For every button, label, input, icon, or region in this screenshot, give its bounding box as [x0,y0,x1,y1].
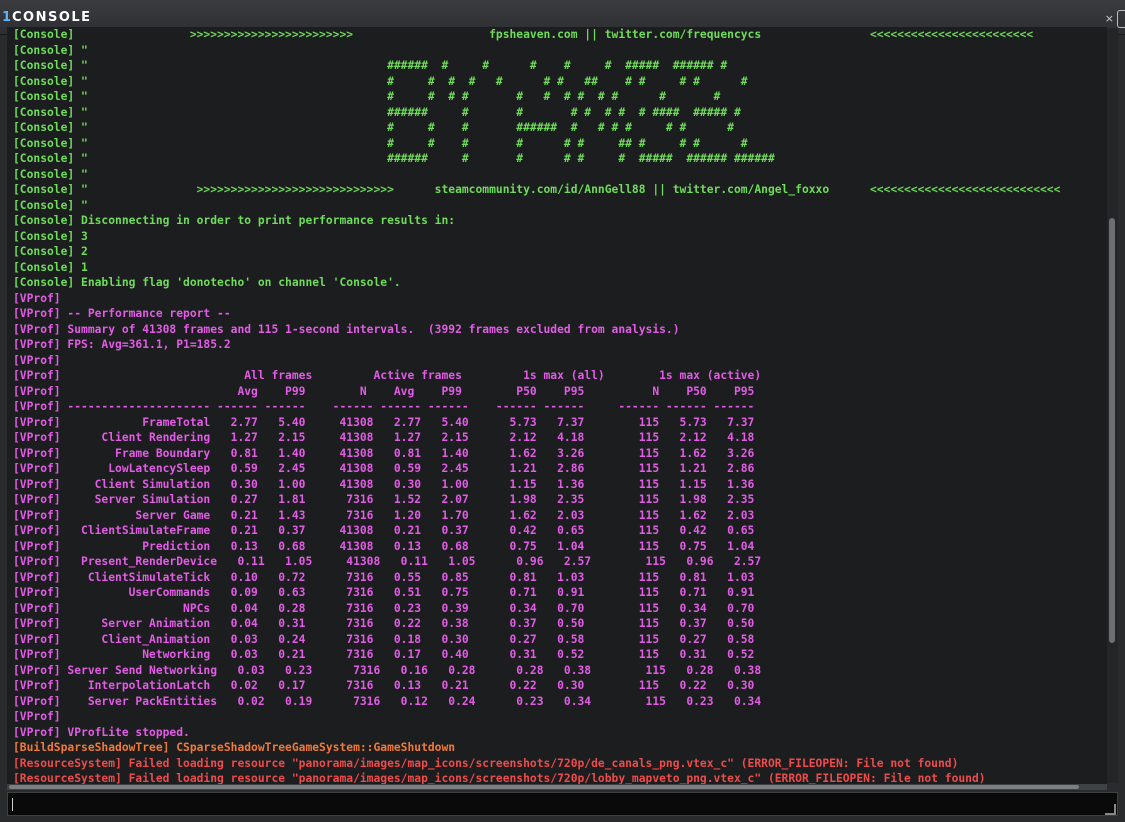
log-line: [VProf] VProfLite stopped. [13,725,190,739]
horizontal-scroll-thumb[interactable] [9,785,1079,789]
log-line: [VProf] ClientSimulateTick 0.10 0.72 731… [13,570,755,584]
log-line: [Console] " >>>>>>>>>>>>>>>>>>>>>>>>>>>>… [13,183,1061,196]
log-line: [Console] " [13,198,88,212]
log-line: [VProf] --------------------- ------ ---… [13,400,755,413]
log-line: [Console] Enabling flag 'donotecho' on c… [13,276,401,289]
log-line: [Console] Disconnecting in order to prin… [13,214,456,227]
vertical-scrollbar[interactable] [1107,28,1118,783]
log-line: [VProf] Client_Animation 0.03 0.24 7316 … [13,632,755,646]
window-title: CONSOLE [12,10,92,25]
log-line: [VProf] Server Send Networking 0.03 0.23… [13,663,762,677]
log-line: [VProf] [13,291,61,305]
log-line: [Console] " # # # # # # # ## # # # # # [13,74,748,88]
log-line: [VProf] Server Animation 0.04 0.31 7316 … [13,617,755,630]
log-line: [VProf] UserCommands 0.09 0.63 7316 0.51… [13,586,755,599]
log-line: [Console] " ###### # # # # # # # #### ##… [13,105,741,119]
log-line: [BuildSparseShadowTree] CSparseShadowTre… [13,741,456,754]
log-line: [Console] " # # # # # # # # # # # # [13,90,721,103]
log-line: [VProf] InterpolationLatch 0.02 0.17 731… [13,679,755,692]
log-line: [Console] 3 [13,229,88,243]
log-line: [VProf] Server PackEntities 0.02 0.19 73… [13,694,762,708]
log-line: [VProf] NPCs 0.04 0.28 7316 0.23 0.39 0.… [13,601,755,615]
title-prefix: 1 [2,10,12,25]
log-line: [VProf] FPS: Avg=361.1, P1=185.2 [13,338,231,351]
log-line: [Console] >>>>>>>>>>>>>>>>>>>>>>>> fpshe… [13,28,1034,41]
log-line: [VProf] Server Simulation 0.27 1.81 7316… [13,493,755,506]
log-line: [VProf] Present_RenderDevice 0.11 1.05 4… [13,555,762,568]
log-line: [Console] " [13,167,88,181]
window-edge-icon [1117,10,1125,28]
log-line: [Console] 2 [13,245,88,258]
log-line: [VProf] FrameTotal 2.77 5.40 41308 2.77 … [13,415,755,429]
log-line: [VProf] -- Performance report -- [13,307,231,320]
log-line: [VProf] Client Rendering 1.27 2.15 41308… [13,431,755,444]
close-icon[interactable]: × [1105,12,1114,25]
log-line: [VProf] [13,353,61,367]
log-line: [VProf] ClientSimulateFrame 0.21 0.37 41… [13,524,755,537]
console-log[interactable]: [Console] >>>>>>>>>>>>>>>>>>>>>>>> fpshe… [7,27,1107,784]
log-line: [Console] " ###### # # # # # ##### #####… [13,59,728,72]
command-input[interactable] [7,792,1118,816]
log-line: [VProf] Avg P99 N Avg P99 P50 P95 N P50 … [13,384,755,398]
log-lines: [Console] >>>>>>>>>>>>>>>>>>>>>>>> fpshe… [13,27,1060,784]
log-line: [Console] " [13,43,88,57]
scroll-thumb[interactable] [1109,218,1115,643]
log-line: [VProf] Prediction 0.13 0.68 41308 0.13 … [13,539,755,553]
log-line: [ResourceSystem] Failed loading resource… [13,756,959,770]
resize-grip-icon[interactable] [1105,804,1116,815]
log-line: [VProf] Networking 0.03 0.21 7316 0.17 0… [13,648,755,661]
log-line: [Console] " ###### # # # # # ##### #####… [13,152,775,165]
log-line: [Console] " # # # # # # ## # # # # [13,136,748,150]
text-caret [12,798,13,811]
log-line: [VProf] [13,710,61,723]
log-line: [VProf] Frame Boundary 0.81 1.40 41308 0… [13,446,755,460]
log-line: [VProf] Client Simulation 0.30 1.00 4130… [13,477,755,491]
log-line: [Console] 1 [13,260,88,274]
log-line: [ResourceSystem] Failed loading resource… [13,772,986,784]
log-line: [VProf] Summary of 41308 frames and 115 … [13,322,680,336]
horizontal-scrollbar[interactable] [7,784,1107,790]
log-line: [VProf] All frames Active frames 1s max … [13,369,762,382]
log-line: [VProf] Server Game 0.21 1.43 7316 1.20 … [13,508,755,522]
log-line: [VProf] LowLatencySleep 0.59 2.45 41308 … [13,462,755,475]
log-line: [Console] " # # # ###### # # # # # # # [13,121,734,134]
